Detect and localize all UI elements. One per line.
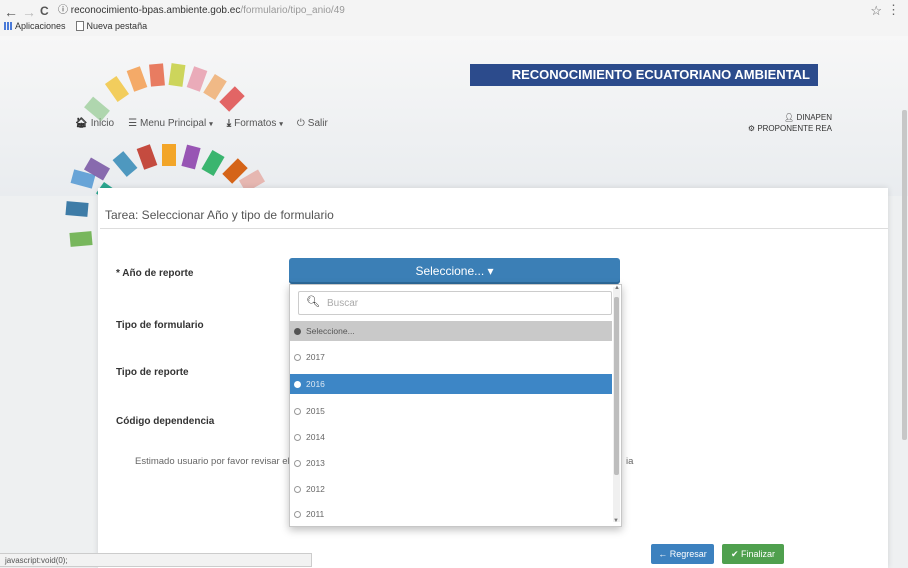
gear-icon: ⚙︎ [747,124,756,133]
report-type-label: Tipo de reporte [116,367,189,378]
power-icon: ⏻ [296,118,305,129]
finish-button[interactable]: ✔ Finalizar [722,544,784,564]
user-name: DINAPEN [796,113,832,122]
browser-toolbar: ← → C ⓘ reconocimiento-bpas.ambiente.gob… [0,0,908,37]
option-2016[interactable]: 2016 [290,374,612,394]
caret-down-icon: ▾ [279,120,283,128]
window-scrollbar[interactable] [902,110,907,440]
dropdown-scrollbar[interactable] [613,287,620,522]
site-banner: RECONOCIMIENTO ECUATORIANO AMBIENTAL [470,64,818,86]
option-2011[interactable]: 2011 [290,504,612,524]
scroll-up-icon[interactable]: ▲ [614,285,620,291]
star-icon[interactable]: ☆ [870,3,882,19]
nav-logout[interactable]: ⏻ Salir [297,118,328,129]
scroll-down-icon[interactable]: ▼ [613,518,619,524]
nav-home[interactable]: 🏠︎ Inicio [75,118,114,129]
apps-grid-icon [4,22,12,30]
status-bar: javascript:void(0); [0,553,312,567]
bookmark-apps[interactable]: Aplicaciones [4,21,66,31]
search-input[interactable] [325,294,609,312]
option-2013[interactable]: 2013 [290,453,612,473]
user-note: Estimado usuario por favor revisar el [135,456,290,467]
user-info: 👤︎ DINAPEN ⚙︎ PROPONENTE REA [740,112,832,134]
back-button[interactable]: ← Regresar [651,544,714,564]
page-title: Tarea: Seleccionar Año y tipo de formula… [105,208,334,222]
bookmarks-bar: Aplicaciones Nueva pestaña [4,21,147,31]
option-2012[interactable]: 2012 [290,479,612,499]
browser-menu-icon[interactable]: ⋮ [887,2,900,18]
divider [100,228,888,229]
url-path: /formulario/tipo_anio/49 [240,5,345,16]
bookmark-new-tab[interactable]: Nueva pestaña [75,21,147,31]
year-select-button[interactable]: Seleccione... ▾ [289,258,620,284]
url-host: reconocimiento-bpas.ambiente.gob.ec [70,5,241,16]
year-dropdown: 🔍︎ Seleccione... 2017 2016 2015 2014 201… [289,284,622,527]
option-placeholder[interactable]: Seleccione... [290,321,612,341]
option-2015[interactable]: 2015 [290,401,612,421]
option-2017[interactable]: 2017 [290,347,612,367]
home-icon: 🏠︎ [75,118,88,129]
forward-arrow-icon[interactable]: → [22,4,36,20]
top-navigation: 🏠︎ Inicio ☰ Menu Principal ▾ ⤓ Formatos ▾ ⏻ Sa… [75,118,328,129]
nav-formats[interactable]: ⤓ Formatos ▾ [227,118,283,129]
form-type-label: Tipo de formulario [116,320,204,331]
nav-main-menu[interactable]: ☰ Menu Principal ▾ [128,118,213,129]
back-arrow-icon[interactable]: ← [4,4,18,20]
reload-icon[interactable]: C [40,4,49,18]
user-icon: 👤︎ [784,113,795,122]
address-bar[interactable]: ⓘ reconocimiento-bpas.ambiente.gob.ec/fo… [58,3,858,18]
list-icon: ☰ [128,118,138,129]
page-icon [75,21,84,31]
info-icon: ⓘ [58,5,68,16]
dependency-code-label: Código dependencia [116,416,215,427]
user-role[interactable]: PROPONENTE REA [757,124,832,133]
option-2014[interactable]: 2014 [290,427,612,447]
search-icon: 🔍︎ [306,296,320,308]
user-note-tail: ia [626,456,634,467]
dropdown-search: 🔍︎ [298,291,612,315]
year-label: * Año de reporte [116,268,194,279]
caret-down-icon: ▾ [209,120,213,128]
download-icon: ⤓ [226,118,232,129]
scrollbar-thumb[interactable] [614,297,619,475]
